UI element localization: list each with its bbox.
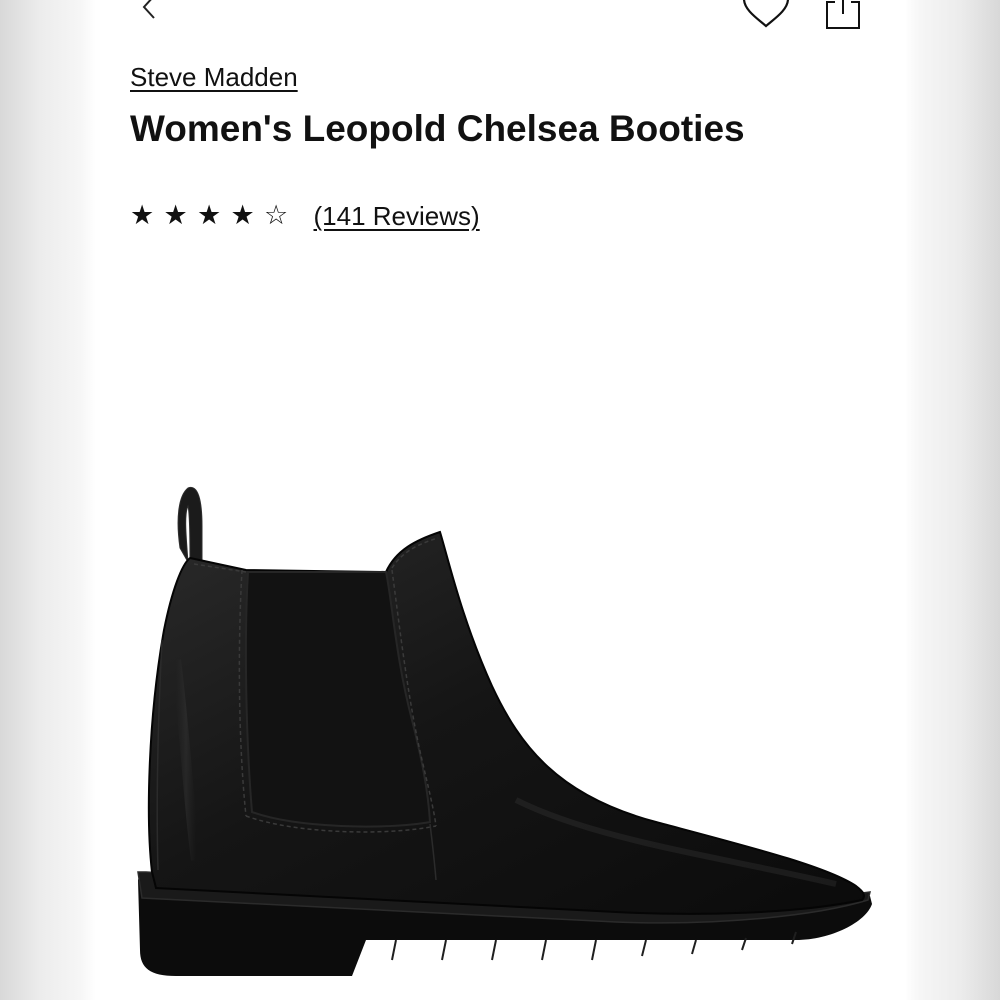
brand-link[interactable]: Steve Madden [130, 62, 298, 93]
star-rating: ★ ★ ★ ★ ☆ [130, 196, 298, 236]
favorite-button[interactable] [740, 0, 792, 30]
share-icon [826, 0, 860, 29]
share-button[interactable] [824, 0, 864, 32]
product-detail-screen: Steve Madden Women's Leopold Chelsea Boo… [96, 0, 906, 1000]
product-title: Women's Leopold Chelsea Booties [130, 108, 745, 149]
top-bar [96, 0, 906, 40]
chelsea-boot-image [137, 486, 872, 976]
star-filled-icon: ★ [197, 200, 222, 231]
reviews-link[interactable]: (141 Reviews) [314, 196, 480, 236]
rating-summary[interactable]: ★ ★ ★ ★ ☆ (141 Reviews) [130, 196, 480, 236]
chevron-left-icon [142, 0, 155, 19]
heart-icon [743, 0, 789, 28]
back-button[interactable] [134, 0, 164, 24]
star-empty-icon: ☆ [264, 200, 289, 231]
star-filled-icon: ★ [230, 200, 255, 231]
star-filled-icon: ★ [130, 200, 155, 231]
product-image[interactable] [96, 300, 906, 1000]
star-filled-icon: ★ [163, 200, 188, 231]
